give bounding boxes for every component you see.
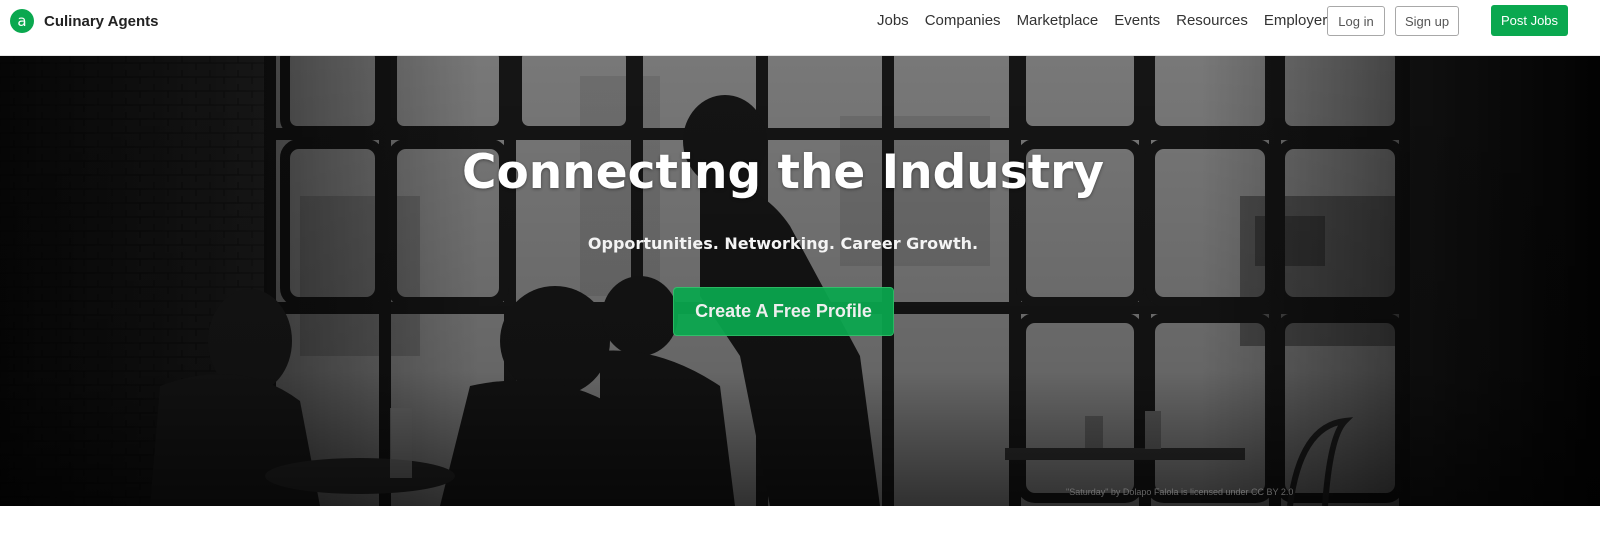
hero-subtitle: Opportunities. Networking. Career Growth… [587,234,979,253]
page-content-start [0,506,1600,542]
brand-name: Culinary Agents [44,12,159,30]
nav-link-jobs[interactable]: Jobs [877,12,909,29]
site-header: a Culinary Agents Jobs Companies Marketp… [0,0,1600,56]
nav-link-marketplace[interactable]: Marketplace [1017,12,1099,29]
signup-button[interactable]: Sign up [1395,6,1459,36]
nav-link-events[interactable]: Events [1114,12,1160,29]
hero-title: Connecting the Industry [462,145,1104,200]
culinary-agents-logo-icon: a [10,9,34,33]
nav-link-resources[interactable]: Resources [1176,12,1248,29]
login-button[interactable]: Log in [1327,6,1385,36]
brand-link[interactable]: a Culinary Agents [10,8,158,34]
photo-credit: "Saturday" by Dolapo Falola is licensed … [1066,487,1294,497]
svg-text:a: a [17,12,26,30]
hero-background-image [0,56,1600,506]
post-jobs-button[interactable]: Post Jobs [1491,5,1568,36]
main-nav: Jobs Companies Marketplace Events Resour… [877,12,1343,29]
create-free-profile-button[interactable]: Create A Free Profile [673,287,894,336]
nav-link-employer[interactable]: Employer [1264,12,1327,29]
hero-section: Connecting the Industry Opportunities. N… [0,56,1600,506]
nav-link-companies[interactable]: Companies [925,12,1001,29]
